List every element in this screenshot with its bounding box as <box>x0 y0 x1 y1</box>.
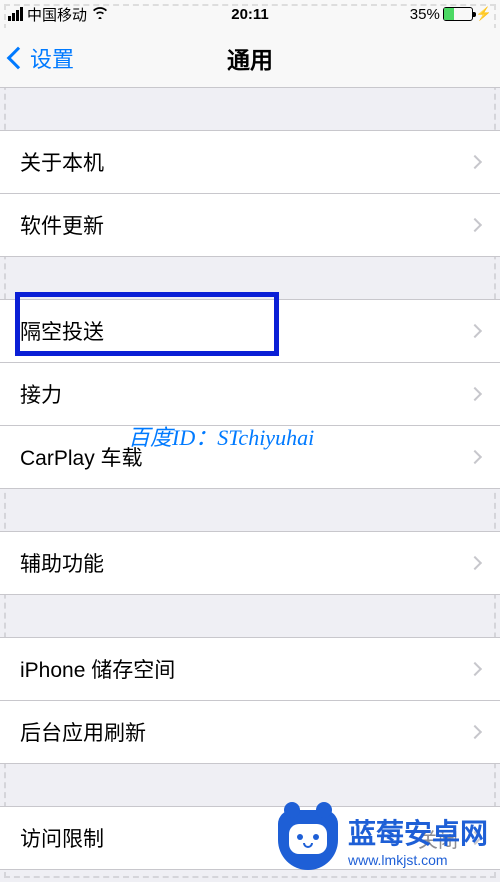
chevron-left-icon <box>7 46 30 69</box>
row-label: 隔空投送 <box>20 316 104 346</box>
back-button[interactable]: 设置 <box>10 42 74 74</box>
row-label: 软件更新 <box>20 210 104 240</box>
row-label: 访问限制 <box>20 823 104 853</box>
carrier-label: 中国移动 <box>27 4 87 25</box>
nav-bar: 设置 通用 <box>0 28 500 88</box>
brand-name: 蓝莓安卓网 <box>348 812 488 852</box>
row-airdrop[interactable]: 隔空投送 <box>0 299 500 363</box>
battery-icon <box>443 7 473 21</box>
chevron-right-icon <box>468 556 482 570</box>
row-label: 接力 <box>20 379 62 409</box>
chevron-right-icon <box>468 450 482 464</box>
row-label: 后台应用刷新 <box>20 717 146 747</box>
chevron-right-icon <box>468 155 482 169</box>
row-handoff[interactable]: 接力 <box>0 363 500 426</box>
row-software-update[interactable]: 软件更新 <box>0 194 500 257</box>
chevron-right-icon <box>468 218 482 232</box>
chevron-right-icon <box>468 387 482 401</box>
chevron-right-icon <box>468 662 482 676</box>
row-label: 关于本机 <box>20 147 104 177</box>
row-iphone-storage[interactable]: iPhone 储存空间 <box>0 637 500 701</box>
back-label: 设置 <box>30 42 74 74</box>
row-label: iPhone 储存空间 <box>20 654 175 684</box>
status-bar: 中国移动 20:11 35% ⚡ <box>0 0 500 28</box>
row-label: CarPlay 车载 <box>20 442 143 472</box>
chevron-right-icon <box>468 324 482 338</box>
charging-icon: ⚡ <box>476 6 492 22</box>
brand-watermark: 蓝莓安卓网 www.lmkjst.com <box>278 810 488 870</box>
wifi-icon <box>91 5 109 24</box>
row-label: 辅助功能 <box>20 548 104 578</box>
signal-icon <box>8 7 23 21</box>
mascot-icon <box>278 810 338 870</box>
row-background-refresh[interactable]: 后台应用刷新 <box>0 701 500 764</box>
battery-percent: 35% <box>410 6 440 23</box>
settings-list: 关于本机 软件更新 隔空投送 接力 CarPlay 车载 辅助功能 <box>0 88 500 870</box>
row-about[interactable]: 关于本机 <box>0 130 500 194</box>
status-time: 20:11 <box>231 6 269 23</box>
page-title: 通用 <box>227 41 273 75</box>
row-carplay[interactable]: CarPlay 车载 <box>0 426 500 489</box>
chevron-right-icon <box>468 725 482 739</box>
row-accessibility[interactable]: 辅助功能 <box>0 531 500 595</box>
brand-url: www.lmkjst.com <box>348 852 488 868</box>
